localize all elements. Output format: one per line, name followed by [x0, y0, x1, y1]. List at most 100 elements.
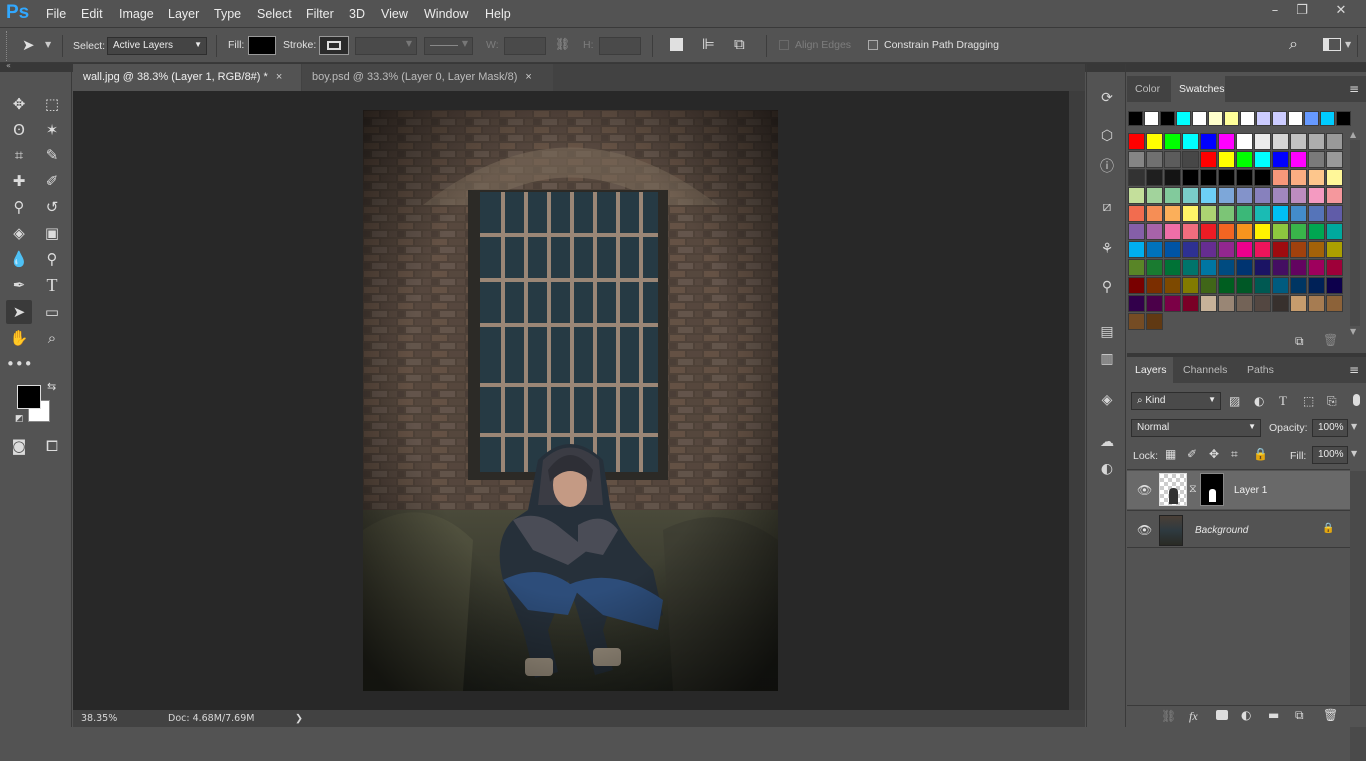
adjustment-icon[interactable]: ◐ — [1241, 708, 1251, 722]
libraries-icon[interactable]: ☁ — [1097, 432, 1117, 452]
swatch[interactable] — [1218, 223, 1235, 240]
swatch[interactable] — [1182, 151, 1199, 168]
stroke-width-field[interactable]: ▼ — [355, 37, 417, 55]
rectangle-tool-icon[interactable]: ▭ — [39, 300, 65, 324]
swatch[interactable] — [1256, 111, 1271, 126]
swatch[interactable] — [1272, 277, 1289, 294]
swatch[interactable] — [1128, 187, 1145, 204]
eraser-tool-icon[interactable]: ◈ — [6, 221, 32, 245]
swatch[interactable] — [1236, 187, 1253, 204]
swatch[interactable] — [1164, 277, 1181, 294]
swatch[interactable] — [1164, 223, 1181, 240]
swatch[interactable] — [1254, 295, 1271, 312]
lock-all-icon[interactable]: 🔒 — [1253, 447, 1268, 461]
screen-mode-icon[interactable]: ⧠ — [39, 434, 65, 458]
tab-paths[interactable]: Paths — [1239, 357, 1282, 383]
opacity-field[interactable]: 100% — [1312, 419, 1348, 437]
swatch[interactable] — [1326, 151, 1343, 168]
swatch[interactable] — [1272, 169, 1289, 186]
lasso-tool-icon[interactable]: ʘ — [6, 118, 32, 142]
swatch[interactable] — [1128, 151, 1145, 168]
zoom-tool-icon[interactable]: ⌕ — [39, 326, 65, 350]
menu-type[interactable]: Type — [214, 7, 241, 21]
menu-filter[interactable]: Filter — [306, 7, 334, 21]
swatch[interactable] — [1146, 133, 1163, 150]
3d-cube-icon[interactable]: ⬡ — [1097, 126, 1117, 146]
swatch[interactable] — [1290, 241, 1307, 258]
layer-mask-thumbnail[interactable] — [1200, 473, 1224, 506]
tab-boy-psd[interactable]: boy.psd @ 33.3% (Layer 0, Layer Mask/8) × — [302, 64, 553, 91]
link-icon[interactable]: ⛓ — [1161, 709, 1176, 723]
width-field[interactable] — [504, 37, 546, 55]
swatch[interactable] — [1290, 151, 1307, 168]
menu-3d[interactable]: 3D — [349, 7, 365, 21]
brush-tool-icon[interactable]: ✐ — [39, 169, 65, 193]
swatch[interactable] — [1164, 133, 1181, 150]
select-dropdown[interactable]: Active Layers ▼ — [107, 37, 207, 55]
swatch[interactable] — [1326, 205, 1343, 222]
path-selection-preset-icon[interactable]: ➤ — [22, 36, 35, 54]
filter-toggle[interactable] — [1353, 394, 1360, 406]
path-alignment-icon[interactable]: ⊫ — [702, 35, 715, 53]
swatch[interactable] — [1326, 223, 1343, 240]
swatch[interactable] — [1200, 223, 1217, 240]
close-icon[interactable]: × — [276, 71, 282, 83]
swatch[interactable] — [1182, 169, 1199, 186]
swatch[interactable] — [1164, 205, 1181, 222]
trash-icon[interactable]: 🗑 — [1323, 708, 1338, 722]
swatch[interactable] — [1200, 295, 1217, 312]
swatch[interactable] — [1200, 277, 1217, 294]
swatch[interactable] — [1182, 277, 1199, 294]
minimize-button[interactable]: – — [1264, 3, 1286, 21]
menu-edit[interactable]: Edit — [81, 7, 103, 21]
vertical-scrollbar[interactable] — [1069, 91, 1085, 710]
swatch[interactable] — [1200, 205, 1217, 222]
panel-menu-icon[interactable]: ≡ — [1349, 363, 1359, 377]
swatch[interactable] — [1290, 205, 1307, 222]
swatch[interactable] — [1308, 133, 1325, 150]
swatch[interactable] — [1146, 277, 1163, 294]
swatch[interactable] — [1146, 205, 1163, 222]
swatch[interactable] — [1128, 133, 1145, 150]
swatch[interactable] — [1308, 223, 1325, 240]
clone-stamp-tool-icon[interactable]: ⚲ — [6, 195, 32, 219]
chevron-down-icon[interactable]: ▼ — [45, 40, 51, 49]
swatch[interactable] — [1200, 169, 1217, 186]
swatch[interactable] — [1128, 169, 1145, 186]
mask-icon[interactable] — [1216, 710, 1228, 720]
menu-view[interactable]: View — [381, 7, 408, 21]
zoom-level[interactable]: 38.35% — [81, 713, 117, 724]
chevron-down-icon[interactable]: ▼ — [1345, 40, 1351, 49]
blur-tool-icon[interactable]: 💧 — [6, 247, 32, 271]
swatch[interactable] — [1182, 187, 1199, 204]
tab-channels[interactable]: Channels — [1175, 357, 1235, 383]
tab-color[interactable]: Color — [1127, 76, 1168, 102]
swatch[interactable] — [1218, 151, 1235, 168]
grip-handle[interactable] — [6, 31, 8, 61]
swatch[interactable] — [1218, 133, 1235, 150]
swatch[interactable] — [1128, 223, 1145, 240]
layer-row-layer-1[interactable]: 👁 ⧖ Layer 1 — [1127, 471, 1350, 509]
swatch[interactable] — [1176, 111, 1191, 126]
swatch[interactable] — [1254, 151, 1271, 168]
eye-icon[interactable]: 👁 — [1137, 523, 1152, 537]
swatch[interactable] — [1200, 259, 1217, 276]
gradient-tool-icon[interactable]: ▣ — [39, 221, 65, 245]
type-filter-icon[interactable]: T — [1279, 393, 1287, 409]
layer-name[interactable]: Background — [1195, 525, 1248, 536]
fx-icon[interactable]: fx — [1189, 709, 1198, 724]
swatch[interactable] — [1308, 241, 1325, 258]
swatch[interactable] — [1254, 241, 1271, 258]
info-icon[interactable]: ⓘ — [1097, 157, 1117, 177]
history-icon[interactable]: ⟳ — [1097, 88, 1117, 108]
swatch[interactable] — [1146, 295, 1163, 312]
swatch[interactable] — [1164, 169, 1181, 186]
swatch[interactable] — [1182, 223, 1199, 240]
swatch[interactable] — [1290, 169, 1307, 186]
swatch[interactable] — [1164, 241, 1181, 258]
stroke-type-dropdown[interactable]: ▼ — [424, 37, 473, 55]
swatch[interactable] — [1236, 241, 1253, 258]
new-swatch-icon[interactable]: ⧉ — [1295, 334, 1304, 349]
swatch[interactable] — [1326, 187, 1343, 204]
swatch[interactable] — [1326, 259, 1343, 276]
